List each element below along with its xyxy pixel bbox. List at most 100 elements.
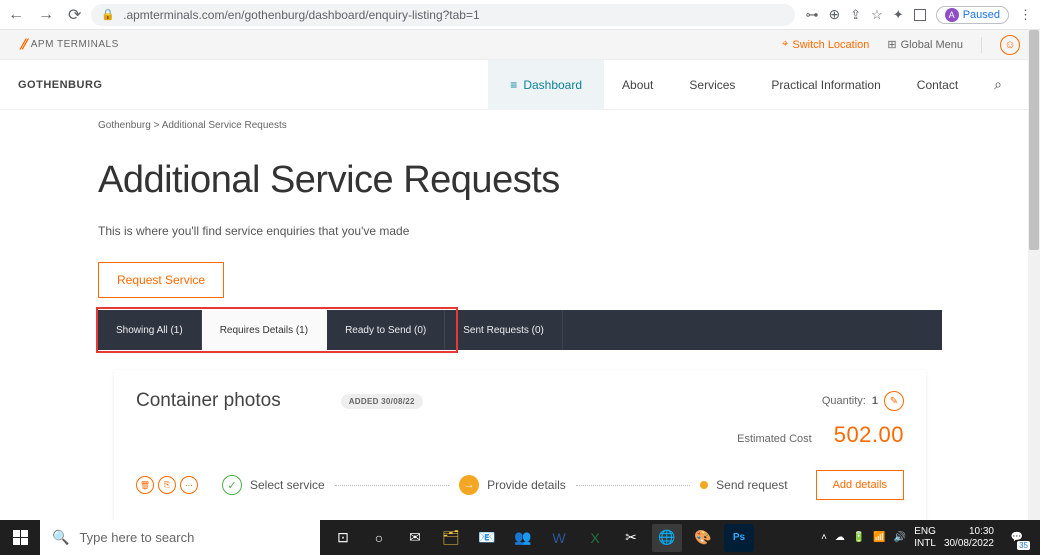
switch-location-link[interactable]: ⌖ Switch Location	[782, 38, 869, 51]
photoshop-icon[interactable]: Ps	[724, 524, 754, 552]
wifi-icon[interactable]: 📶	[873, 532, 885, 543]
page-title: Additional Service Requests	[98, 159, 942, 202]
forward-icon[interactable]: →	[38, 6, 54, 24]
extensions-icon[interactable]: ✦	[893, 7, 904, 23]
notifications-icon[interactable]: 💬35	[1002, 524, 1032, 552]
check-icon: ✓	[222, 475, 242, 495]
windows-icon	[13, 530, 28, 545]
notification-count: 35	[1017, 541, 1030, 550]
chrome-icon[interactable]: 🌐	[652, 524, 682, 552]
site-logo[interactable]: ⫽ APM TERMINALS	[20, 36, 119, 53]
arrow-right-icon: →	[459, 475, 479, 495]
more-icon[interactable]: ⋯	[180, 476, 198, 494]
share-icon[interactable]: ⇪	[850, 7, 861, 23]
tab-showing-all[interactable]: Showing All (1)	[98, 310, 202, 350]
cost-row: Estimated Cost 502.00	[136, 422, 904, 448]
taskbar-search[interactable]: 🔍 Type here to search	[40, 520, 320, 555]
search-icon: 🔍	[52, 529, 69, 546]
pin-icon: ⌖	[782, 38, 788, 51]
kebab-menu-icon[interactable]: ⋮	[1019, 7, 1032, 23]
global-menu-link[interactable]: ⊞ Global Menu	[887, 38, 963, 51]
step-send-request: Send request	[700, 478, 787, 492]
profile-paused-pill[interactable]: A Paused	[936, 6, 1009, 24]
excel-icon[interactable]: X	[580, 524, 610, 552]
breadcrumb-root[interactable]: Gothenburg	[98, 120, 151, 131]
copy-icon[interactable]: ⎘	[158, 476, 176, 494]
step-provide-details: → Provide details	[459, 475, 566, 495]
cost-value: 502.00	[834, 422, 904, 448]
cost-label: Estimated Cost	[737, 433, 812, 445]
request-card: Container photos ADDED 30/08/22 Quantity…	[114, 370, 926, 520]
nav-practical-information[interactable]: Practical Information	[753, 60, 898, 110]
volume-icon[interactable]: 🔊	[894, 532, 906, 543]
page-content: Gothenburg > Additional Service Requests…	[0, 110, 1040, 520]
nav-services[interactable]: Services	[671, 60, 753, 110]
battery-icon[interactable]: 🔋	[853, 532, 865, 543]
edit-quantity-icon[interactable]: ✎	[884, 391, 904, 411]
status-tabs: Showing All (1) Requires Details (1) Rea…	[98, 310, 942, 350]
cortana-icon[interactable]: ○	[364, 524, 394, 552]
outlook-icon[interactable]: 📧	[472, 524, 502, 552]
browser-right-controls: ⊶ ⊕ ⇪ ☆ ✦ A Paused ⋮	[805, 6, 1032, 24]
star-icon[interactable]: ☆	[871, 7, 883, 23]
logo-mark-icon: ⫽	[20, 36, 27, 53]
added-date-badge: ADDED 30/08/22	[341, 394, 423, 409]
delete-icon[interactable]: 🗑	[136, 476, 154, 494]
browser-nav-buttons: ← → ⟳	[8, 5, 81, 25]
search-placeholder: Type here to search	[79, 530, 194, 545]
url-text: .apmterminals.com/en/gothenburg/dashboar…	[123, 8, 480, 22]
back-icon[interactable]: ←	[8, 6, 24, 24]
card-header: Container photos ADDED 30/08/22 Quantity…	[136, 390, 904, 412]
language-indicator[interactable]: ENG INTL	[914, 526, 936, 550]
start-button[interactable]	[0, 530, 40, 545]
address-bar[interactable]: 🔒 .apmterminals.com/en/gothenburg/dashbo…	[91, 4, 795, 26]
tab-ready-to-send[interactable]: Ready to Send (0)	[327, 310, 445, 350]
windows-taskbar: 🔍 Type here to search ⊡ ○ ✉ 🗂 📧 👥 W X ✂ …	[0, 520, 1040, 555]
paused-label: Paused	[963, 9, 1000, 21]
step-select-service: ✓ Select service	[222, 475, 325, 495]
tray-chevron-icon[interactable]: ˄	[821, 532, 827, 543]
request-service-button[interactable]: Request Service	[98, 262, 224, 298]
nav-about[interactable]: About	[604, 60, 671, 110]
lock-icon: 🔒	[101, 8, 115, 21]
add-details-button[interactable]: Add details	[816, 470, 904, 500]
action-icons: 🗑 ⎘ ⋯	[136, 476, 198, 494]
taskbar-apps: ⊡ ○ ✉ 🗂 📧 👥 W X ✂ 🌐 🎨 Ps	[320, 524, 813, 552]
nav-links: ≡ Dashboard About Services Practical Inf…	[488, 60, 1020, 110]
nav-contact[interactable]: Contact	[899, 60, 976, 110]
nav-dashboard[interactable]: ≡ Dashboard	[488, 60, 604, 110]
list-icon: ≡	[510, 78, 517, 92]
tabs-container: Showing All (1) Requires Details (1) Rea…	[98, 310, 942, 520]
logo-text: APM TERMINALS	[31, 39, 119, 50]
teams-icon[interactable]: 👥	[508, 524, 538, 552]
task-view-icon[interactable]: ⊡	[328, 524, 358, 552]
key-icon[interactable]: ⊶	[805, 7, 818, 23]
nav-search-icon[interactable]: ⌕	[976, 60, 1020, 110]
card-title: Container photos	[136, 390, 281, 412]
main-navigation: GOTHENBURG ≡ Dashboard About Services Pr…	[0, 60, 1040, 110]
breadcrumb: Gothenburg > Additional Service Requests	[98, 110, 942, 131]
user-account-icon[interactable]: ☺	[1000, 35, 1020, 55]
reload-icon[interactable]: ⟳	[68, 5, 81, 25]
snip-icon[interactable]: ✂	[616, 524, 646, 552]
progress-row: 🗑 ⎘ ⋯ ✓ Select service → Provide details	[136, 470, 904, 500]
quantity-value: 1	[872, 395, 878, 407]
clock[interactable]: 10:30 30/08/2022	[944, 526, 994, 550]
vertical-scrollbar[interactable]	[1028, 30, 1040, 520]
file-explorer-icon[interactable]: 🗂	[436, 524, 466, 552]
onedrive-icon[interactable]: ☁	[835, 532, 845, 543]
panel-icon[interactable]	[914, 9, 926, 21]
divider	[981, 37, 982, 53]
tab-requires-details[interactable]: Requires Details (1)	[202, 309, 327, 350]
paint-icon[interactable]: 🎨	[688, 524, 718, 552]
avatar-icon: A	[945, 8, 959, 22]
word-icon[interactable]: W	[544, 524, 574, 552]
scrollbar-thumb[interactable]	[1029, 30, 1039, 250]
site-utility-bar: ⫽ APM TERMINALS ⌖ Switch Location ⊞ Glob…	[0, 30, 1040, 60]
grid-icon: ⊞	[887, 38, 896, 51]
page-subtitle: This is where you'll find service enquir…	[98, 224, 942, 238]
tab-sent-requests[interactable]: Sent Requests (0)	[445, 310, 563, 350]
terminal-name[interactable]: GOTHENBURG	[18, 79, 102, 91]
mail-icon[interactable]: ✉	[400, 524, 430, 552]
zoom-icon[interactable]: ⊕	[828, 6, 840, 23]
